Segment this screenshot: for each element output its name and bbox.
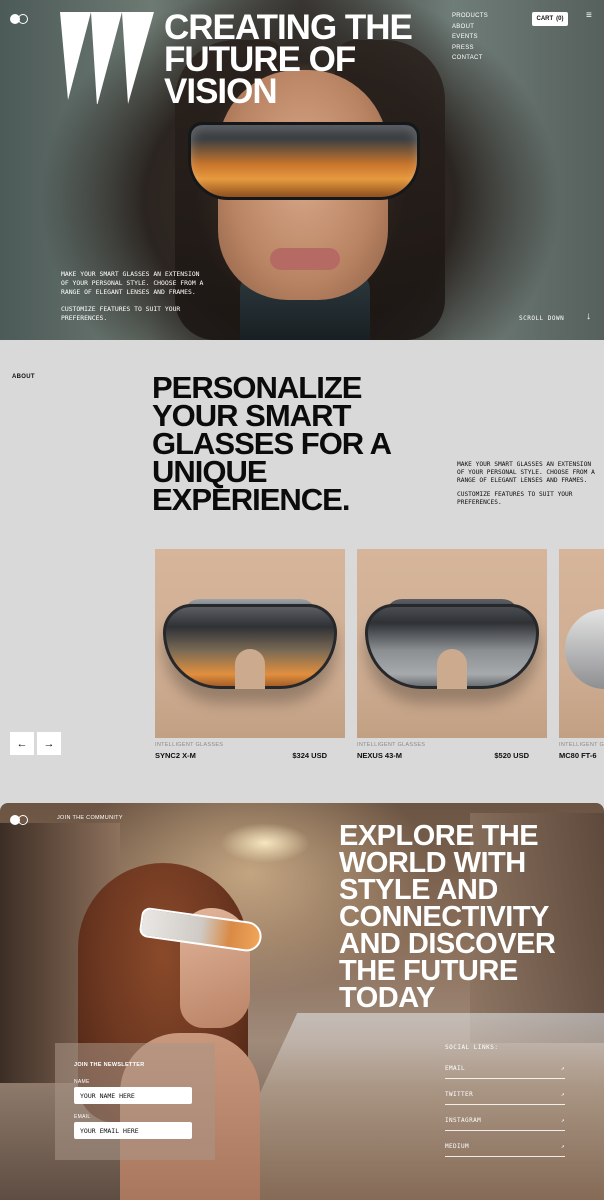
arrow-right-icon: → <box>43 737 55 750</box>
name-label: NAME <box>74 1079 90 1085</box>
newsletter-title: JOIN THE NEWSLETTER <box>74 1062 145 1068</box>
cart-count: (0) <box>556 16 564 22</box>
product-price: $520 USD <box>494 751 529 760</box>
main-nav: PRODUCTS ABOUT EVENTS PRESS CONTACT <box>452 11 488 64</box>
product-category: INTELLIGENT GLASSES <box>357 742 426 748</box>
scroll-down-link[interactable]: SCROLL DOWN <box>519 315 564 322</box>
menu-icon[interactable]: ≡ <box>586 11 592 21</box>
product-card[interactable]: INTELLIGENT GLASSES NEXUS 43-M $520 USD <box>357 549 547 760</box>
about-title: PERSONALIZE YOUR SMART GLASSES FOR A UNI… <box>152 370 392 517</box>
hero-copy-paragraph: MAKE YOUR SMART GLASSES AN EXTENSION OF … <box>61 270 204 296</box>
brand-logo-icon[interactable] <box>10 815 28 825</box>
newsletter-form: JOIN THE NEWSLETTER NAME EMAIL <box>55 1043 215 1160</box>
arrow-down-icon[interactable]: ↓ <box>586 311 591 322</box>
social-link-twitter[interactable]: TWITTER ↗ <box>445 1091 565 1105</box>
about-copy-paragraph: CUSTOMIZE FEATURES TO SUIT YOUR PREFEREN… <box>457 491 573 507</box>
carousel-prev-button[interactable]: ← <box>10 732 34 755</box>
nav-item-products[interactable]: PRODUCTS <box>452 11 488 22</box>
product-category: INTELLIGENT GLASSES <box>559 742 604 748</box>
hero-photo-lips <box>270 248 340 270</box>
email-input[interactable] <box>74 1122 192 1139</box>
arrow-up-right-icon: ↗ <box>560 1143 565 1150</box>
product-price: $324 USD <box>292 751 327 760</box>
arrow-up-right-icon: ↗ <box>560 1117 565 1124</box>
hero-copy-paragraph: CUSTOMIZE FEATURES TO SUIT YOUR PREFEREN… <box>61 305 181 323</box>
cart-label: CART <box>536 16 554 22</box>
arrow-up-right-icon: ↗ <box>560 1065 565 1072</box>
arrow-up-right-icon: ↗ <box>560 1091 565 1098</box>
product-image <box>155 549 345 738</box>
nav-item-events[interactable]: EVENTS <box>452 32 488 43</box>
product-image <box>357 549 547 738</box>
hero-section: CREATING THE FUTURE OF VISION PRODUCTS A… <box>0 0 604 340</box>
hero-copy: MAKE YOUR SMART GLASSES AN EXTENSION OF … <box>61 270 211 323</box>
community-title: EXPLORE THE WORLD WITH STYLE AND CONNECT… <box>339 820 556 1014</box>
social-link-instagram[interactable]: INSTAGRAM ↗ <box>445 1117 565 1131</box>
product-image <box>559 549 604 738</box>
product-name: SYNC2 X-M <box>155 751 196 760</box>
section-label-about: ABOUT <box>12 374 35 380</box>
brand-mark-icon <box>60 12 154 104</box>
social-links-title: SOCIAL LINKS: <box>445 1044 499 1051</box>
name-input[interactable] <box>74 1087 192 1104</box>
brand-logo-icon[interactable] <box>10 14 28 24</box>
product-card[interactable]: INTELLIGENT GLASSES MC80 FT-6 <box>559 549 604 760</box>
nav-item-press[interactable]: PRESS <box>452 43 488 54</box>
nav-item-about[interactable]: ABOUT <box>452 22 488 33</box>
community-section: JOIN THE COMMUNITY EXPLORE THE WORLD WIT… <box>0 803 604 1200</box>
carousel-next-button[interactable]: → <box>37 732 61 755</box>
about-copy: MAKE YOUR SMART GLASSES AN EXTENSION OF … <box>457 461 597 507</box>
nav-item-contact[interactable]: CONTACT <box>452 53 488 64</box>
about-copy-paragraph: MAKE YOUR SMART GLASSES AN EXTENSION OF … <box>457 461 595 484</box>
cart-button[interactable]: CART (0) <box>532 12 568 26</box>
community-photo-chandelier <box>220 823 310 863</box>
hero-title: CREATING THE FUTURE OF VISION <box>164 8 413 111</box>
join-community-label: JOIN THE COMMUNITY <box>57 815 123 821</box>
hero-photo-glasses <box>188 122 420 200</box>
product-category: INTELLIGENT GLASSES <box>155 742 224 748</box>
arrow-left-icon: ← <box>16 737 28 750</box>
community-photo-display-case <box>210 1013 604 1200</box>
social-link-medium[interactable]: MEDIUM ↗ <box>445 1143 565 1157</box>
social-link-email[interactable]: EMAIL ↗ <box>445 1065 565 1079</box>
product-name: NEXUS 43-M <box>357 751 403 760</box>
email-label: EMAIL <box>74 1114 91 1120</box>
product-name: MC80 FT-6 <box>559 751 597 760</box>
product-card[interactable]: INTELLIGENT GLASSES SYNC2 X-M $324 USD <box>155 549 345 760</box>
